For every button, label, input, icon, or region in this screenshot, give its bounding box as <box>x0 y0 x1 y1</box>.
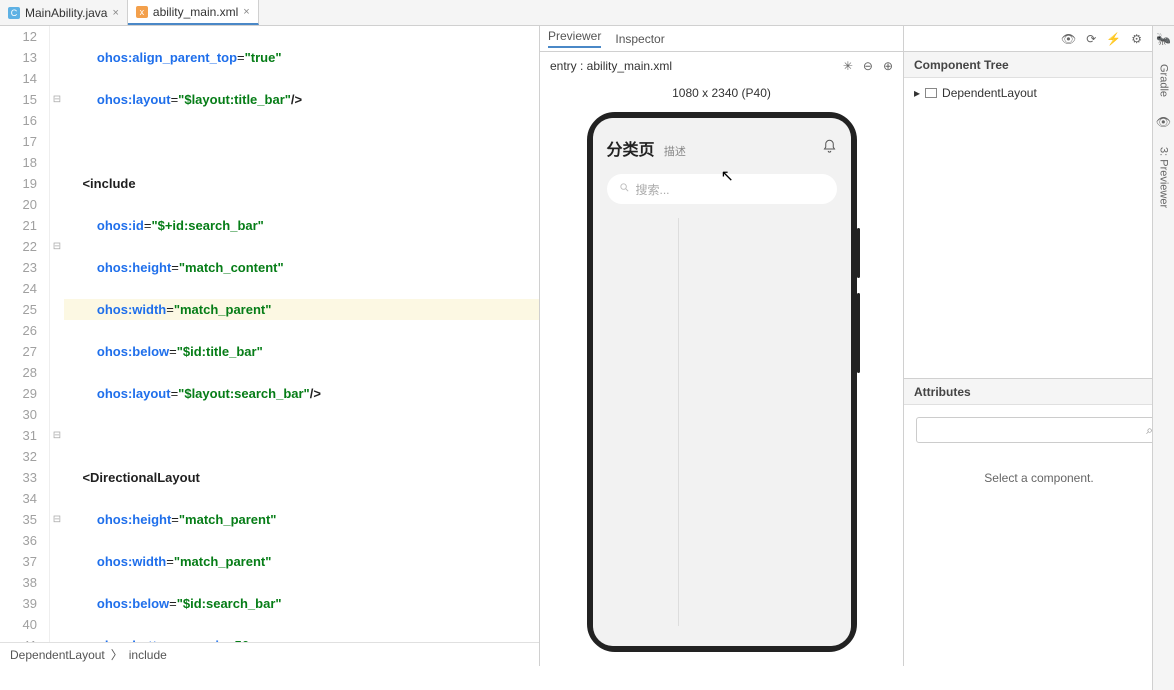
line-gutter: 12131415 16171819 20212223 24252627 2829… <box>0 26 50 642</box>
tree-row[interactable]: ▸ DependentLayout <box>914 86 1164 100</box>
preview-pane: Previewer Inspector entry : ability_main… <box>540 26 904 666</box>
app-titlebar: 分类页 描述 <box>607 136 837 160</box>
component-tree[interactable]: ▸ DependentLayout <box>904 78 1174 378</box>
search-placeholder: 搜索... <box>636 181 670 198</box>
device-button <box>857 228 860 278</box>
device-label: 1080 x 2340 (P40) <box>540 86 903 100</box>
file-tabs: C MainAbility.java × x ability_main.xml … <box>0 0 1174 26</box>
editor-pane: 2 ^ v 12131415 16171819 20212223 2425262… <box>0 26 540 666</box>
tab-xml-label: ability_main.xml <box>153 5 238 19</box>
component-tree-header[interactable]: Component Tree ▾ <box>904 52 1174 78</box>
divider <box>678 218 679 626</box>
attribute-search[interactable]: ⌕ <box>916 417 1162 443</box>
panel-title: Component Tree <box>914 58 1009 72</box>
search-icon <box>619 182 630 196</box>
attributes-header[interactable]: Attributes ▾ <box>904 379 1174 405</box>
zoom-out-icon[interactable]: ⊖ <box>863 59 873 73</box>
expand-icon[interactable]: ▸ <box>914 86 920 100</box>
close-icon[interactable]: × <box>243 6 249 18</box>
xml-icon: x <box>136 6 148 18</box>
gear-icon[interactable]: ⚙ <box>1131 32 1142 46</box>
device-screen[interactable]: 分类页 描述 搜索... ↖ <box>593 118 851 646</box>
attributes-empty: Select a component. <box>904 471 1174 485</box>
previewer-tabs: Previewer Inspector <box>540 26 903 52</box>
chevron-right-icon: 〉 <box>111 646 123 663</box>
tab-xml[interactable]: x ability_main.xml × <box>128 0 259 25</box>
panel-title: Attributes <box>914 385 971 399</box>
ant-icon[interactable]: 🐜 <box>1156 32 1171 46</box>
breadcrumb-item[interactable]: DependentLayout <box>10 648 105 662</box>
attributes-panel: Attributes ▾ ⌕ Select a component. <box>904 378 1174 485</box>
gradle-tool[interactable]: Gradle <box>1158 64 1170 97</box>
fold-gutter[interactable]: ⊟ ⊟ ⊟⊟ <box>50 26 64 642</box>
device-frame: 分类页 描述 搜索... ↖ <box>587 112 857 652</box>
bug-icon[interactable]: ✳ <box>843 59 853 73</box>
inspector-pane: 👁 ⟳ ⚡ ⚙ — Component Tree ▾ ▸ DependentLa… <box>904 26 1174 666</box>
page-title: 分类页 <box>607 142 655 159</box>
eye-icon[interactable]: 👁 <box>1061 32 1076 46</box>
editor-body[interactable]: 12131415 16171819 20212223 24252627 2829… <box>0 26 539 642</box>
tab-inspector[interactable]: Inspector <box>615 32 664 46</box>
cursor-icon: ↖ <box>721 166 734 186</box>
preview-info: entry : ability_main.xml ✳ ⊖ ⊕ <box>540 52 903 80</box>
close-icon[interactable]: × <box>112 7 118 19</box>
plug-icon[interactable]: ⚡ <box>1106 32 1121 46</box>
right-rail: 🐜 Gradle 👁 3: Previewer <box>1152 26 1174 690</box>
bell-icon[interactable] <box>822 139 837 158</box>
entry-label: entry : ability_main.xml <box>550 59 672 73</box>
zoom-in-icon[interactable]: ⊕ <box>883 59 893 73</box>
tab-java[interactable]: C MainAbility.java × <box>0 0 128 25</box>
code-area[interactable]: ohos:align_parent_top="true" ohos:layout… <box>64 26 539 642</box>
layout-icon <box>925 88 937 98</box>
breadcrumb-item[interactable]: include <box>129 648 167 662</box>
java-icon: C <box>8 7 20 19</box>
tree-node-label: DependentLayout <box>942 86 1037 100</box>
top-toolbar: 👁 ⟳ ⚡ ⚙ — <box>904 26 1174 52</box>
page-subtitle: 描述 <box>664 146 686 158</box>
tab-previewer[interactable]: Previewer <box>548 29 601 48</box>
previewer-tool[interactable]: 3: Previewer <box>1158 147 1170 208</box>
breadcrumb[interactable]: DependentLayout 〉 include <box>0 642 539 666</box>
refresh-icon[interactable]: ⟳ <box>1086 32 1096 46</box>
tab-java-label: MainAbility.java <box>25 6 107 20</box>
eye-icon[interactable]: 👁 <box>1156 115 1171 129</box>
device-button <box>857 293 860 373</box>
